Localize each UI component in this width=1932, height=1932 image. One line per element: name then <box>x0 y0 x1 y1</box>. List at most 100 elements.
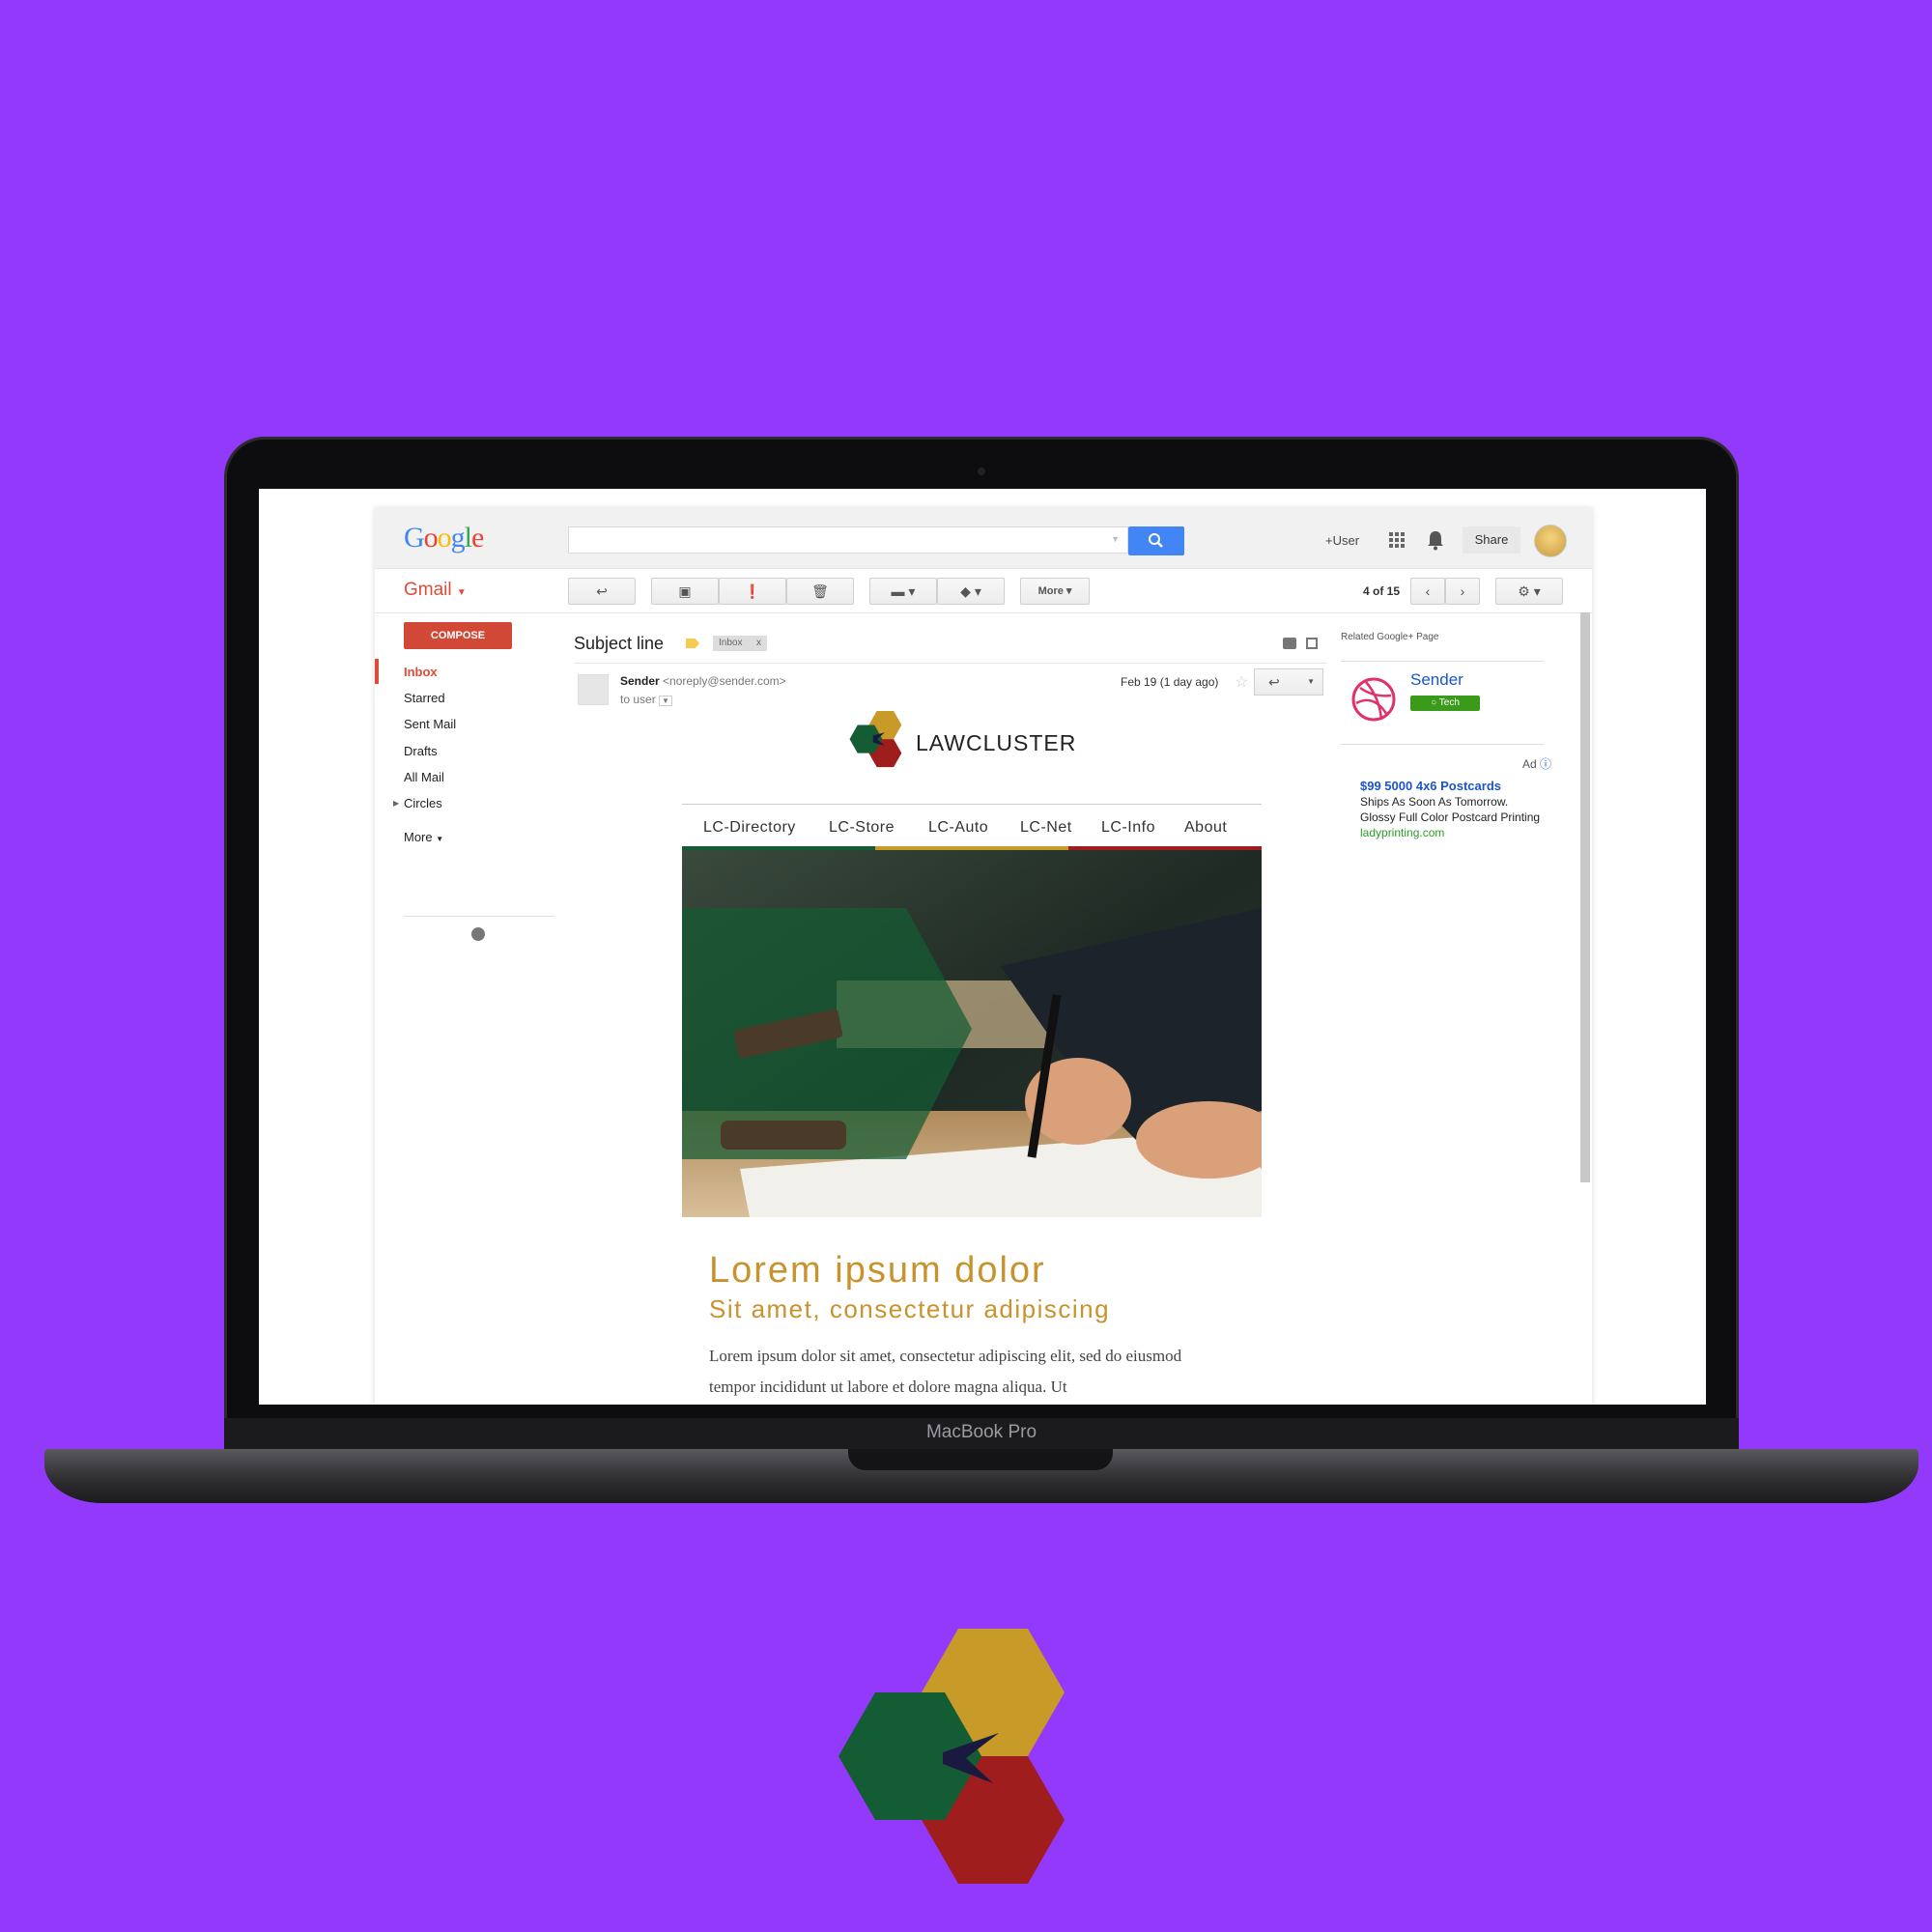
sidebar-item-circles[interactable]: Circles <box>404 796 442 810</box>
pager-count: 4 of 15 <box>1363 584 1401 598</box>
sender-email: <noreply@sender.com> <box>663 674 786 688</box>
sidebar-item-all-mail[interactable]: All Mail <box>404 770 444 784</box>
more-actions-button[interactable]: More ▾ <box>1020 578 1090 605</box>
report-spam-button[interactable]: ❗ <box>719 578 786 605</box>
follow-badge[interactable]: ○ Tech <box>1410 696 1480 711</box>
bell-icon[interactable] <box>1426 529 1445 551</box>
ad-text-line: Ships As Soon As Tomorrow. <box>1360 795 1509 809</box>
newsletter-brand: LAWCLUSTER <box>916 730 1077 755</box>
recipient-text: to user <box>620 693 656 706</box>
search-icon <box>1149 533 1163 548</box>
sidebar-item-more[interactable]: More ▼ <box>404 830 443 844</box>
sidebar-item-starred[interactable]: Starred <box>404 691 445 705</box>
logo-letter: o <box>437 522 452 554</box>
camera <box>978 468 985 475</box>
sender-name: Sender <box>620 674 660 688</box>
related-page-name[interactable]: Sender <box>1410 670 1463 690</box>
chevron-left-icon: ‹ <box>1425 583 1431 599</box>
reply-button[interactable]: ↩ ▼ <box>1254 668 1323 696</box>
right-panel-divider <box>1341 661 1544 662</box>
share-button[interactable]: Share <box>1463 526 1520 554</box>
newsletter-nav-net[interactable]: LC-Net <box>1020 819 1072 837</box>
newsletter-nav-directory[interactable]: LC-Directory <box>703 819 796 837</box>
logo-letter: o <box>423 522 439 554</box>
newsletter-nav-auto[interactable]: LC-Auto <box>928 819 988 837</box>
sidebar-more-label: More <box>404 830 433 844</box>
spam-icon: ❗ <box>744 583 761 599</box>
importance-marker-icon[interactable] <box>686 639 699 648</box>
labels-button[interactable]: ◆ ▾ <box>937 578 1005 605</box>
details-dropdown-icon[interactable]: ▼ <box>659 696 672 706</box>
tag-icon: ◆ ▾ <box>960 583 981 599</box>
newsletter-divider <box>682 804 1262 805</box>
subject-line: Subject line <box>574 634 665 653</box>
print-icon[interactable] <box>1283 638 1296 649</box>
newer-button[interactable]: ‹ <box>1410 578 1445 605</box>
chevron-down-icon[interactable]: ▼ <box>1307 669 1315 695</box>
inbox-label-text: Inbox <box>719 638 743 648</box>
folder-icon: ▬ ▾ <box>891 583 916 599</box>
message-date: Feb 19 (1 day ago) <box>1121 675 1219 689</box>
more-actions-label: More <box>1037 585 1064 597</box>
search-options-icon[interactable]: ▼ <box>1111 534 1120 544</box>
newsletter-subtitle: Sit amet, consectetur adipiscing <box>709 1294 1111 1323</box>
related-page-title: Related Google+ Page <box>1341 632 1439 642</box>
dribbble-icon[interactable] <box>1350 676 1397 723</box>
compose-button[interactable]: COMPOSE <box>404 622 512 649</box>
sender-avatar <box>578 674 609 705</box>
remove-label-icon[interactable]: x <box>756 636 761 651</box>
search-button[interactable] <box>1128 526 1184 555</box>
scrollbar[interactable] <box>1580 612 1590 1182</box>
gmail-window: Google ▼ +User Share Gmail ▼ ↩ ▣ ❗ 🗑 ▬ ▾… <box>375 508 1592 1405</box>
lawcluster-logo-icon <box>849 711 902 768</box>
logo-letter: e <box>471 522 484 554</box>
ad-url[interactable]: ladyprinting.com <box>1360 826 1444 839</box>
reply-icon: ↩ <box>1268 674 1280 690</box>
sidebar-item-drafts[interactable]: Drafts <box>404 744 438 758</box>
logo-letter: l <box>464 522 472 554</box>
info-icon[interactable]: ⓘ <box>1540 757 1551 771</box>
lawcluster-logo-large-icon <box>838 1629 1065 1884</box>
delete-button[interactable]: 🗑 <box>786 578 854 605</box>
star-icon[interactable]: ☆ <box>1235 672 1248 692</box>
hero-image <box>682 850 1262 1217</box>
trash-icon: 🗑 <box>811 583 829 599</box>
laptop-notch <box>848 1449 1113 1470</box>
ad-title-link[interactable]: $99 5000 4x6 Postcards <box>1360 779 1501 793</box>
sidebar-item-sent[interactable]: Sent Mail <box>404 717 456 731</box>
move-to-button[interactable]: ▬ ▾ <box>869 578 937 605</box>
back-button[interactable]: ↩ <box>568 578 636 605</box>
older-button[interactable]: › <box>1445 578 1480 605</box>
user-link[interactable]: +User <box>1325 533 1359 548</box>
logo-letter: G <box>404 522 425 554</box>
sender-line: Sender <noreply@sender.com> <box>620 674 786 688</box>
new-window-icon[interactable] <box>1306 638 1318 649</box>
follow-badge-label: Tech <box>1438 697 1460 708</box>
inbox-label-badge[interactable]: Inbox x <box>713 636 767 651</box>
sidebar-divider <box>404 916 554 917</box>
right-panel-divider <box>1341 744 1544 745</box>
settings-button[interactable]: ⚙ ▾ <box>1495 578 1563 605</box>
gmail-app-menu[interactable]: Gmail ▼ <box>404 580 467 601</box>
subject-divider <box>574 663 1327 664</box>
apps-grid-icon[interactable] <box>1389 532 1405 548</box>
newsletter-nav-about[interactable]: About <box>1184 819 1227 837</box>
newsletter-nav-info[interactable]: LC-Info <box>1101 819 1155 837</box>
chevron-right-icon: › <box>1460 583 1465 599</box>
laptop-brand-label: MacBook Pro <box>925 1422 1037 1442</box>
expand-arrow-icon[interactable]: ▶ <box>393 799 399 808</box>
logo-letter: g <box>450 522 466 554</box>
google-logo[interactable]: Google <box>404 522 484 554</box>
newsletter-nav-store[interactable]: LC-Store <box>829 819 895 837</box>
search-input[interactable]: ▼ <box>568 526 1128 554</box>
ad-label: Ad ⓘ <box>1522 755 1551 772</box>
sidebar-item-inbox[interactable]: Inbox <box>404 665 438 679</box>
newsletter-title: Lorem ipsum dolor <box>709 1250 1046 1291</box>
active-indicator <box>375 659 379 684</box>
user-avatar[interactable] <box>1534 525 1567 557</box>
recipient-line[interactable]: to user ▼ <box>620 693 672 706</box>
archive-button[interactable]: ▣ <box>651 578 719 605</box>
back-arrow-icon: ↩ <box>596 583 608 599</box>
hangouts-icon[interactable] <box>471 927 485 941</box>
laptop-screen: Google ▼ +User Share Gmail ▼ ↩ ▣ ❗ 🗑 ▬ ▾… <box>259 489 1706 1405</box>
